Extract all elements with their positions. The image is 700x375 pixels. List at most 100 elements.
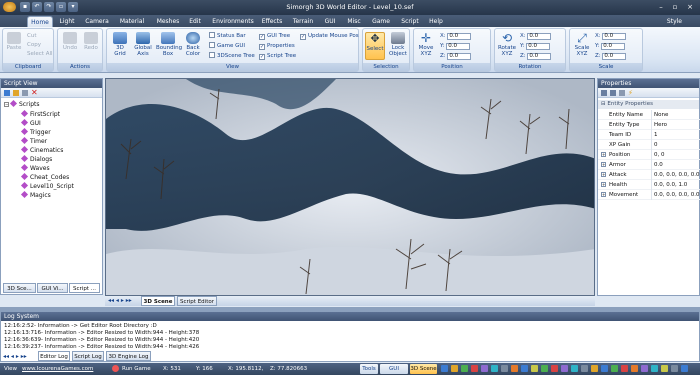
tab-editor-log[interactable]: Editor Log — [38, 351, 70, 361]
expand-icon[interactable]: + — [601, 172, 606, 177]
tab-nav-arrows-icon[interactable]: ◂◂ ◂ ▸ ▸▸ — [3, 352, 27, 361]
redo-button[interactable]: Redo — [82, 32, 100, 51]
new-script-icon[interactable] — [4, 90, 10, 96]
3d-grid-button[interactable]: 3D Grid — [110, 32, 130, 57]
toolbar-icon[interactable] — [511, 365, 518, 372]
3d-scene-button[interactable]: 3D Scene — [410, 364, 437, 374]
update-mouse-pos-check[interactable]: ✓ Update Mouse Pos — [300, 32, 359, 40]
tab-script-view[interactable]: Script ... — [69, 283, 100, 293]
toolbar-icon[interactable] — [531, 365, 538, 372]
property-row[interactable]: Entity Type Hero — [598, 120, 700, 130]
status-bar-check[interactable]: Status Bar — [209, 32, 246, 40]
tab-script-log[interactable]: Script Log — [72, 351, 104, 361]
gui-tree-check[interactable]: ✓ GUI Tree — [259, 32, 290, 40]
property-row[interactable]: Entity Name None — [598, 110, 700, 120]
toolbar-icon[interactable] — [681, 365, 688, 372]
tab-environments[interactable]: Environments — [212, 16, 254, 27]
back-color-button[interactable]: Back Color — [182, 32, 204, 57]
delete-icon[interactable]: ✕ — [31, 88, 38, 97]
toolbar-icon[interactable] — [661, 365, 668, 372]
tree-item-script[interactable]: Cinematics — [20, 145, 63, 155]
toolbar-icon[interactable] — [621, 365, 628, 372]
tab-gui-view[interactable]: GUI Vi... — [37, 283, 68, 293]
tab-game[interactable]: Game — [370, 16, 392, 27]
rotate-xyz-button[interactable]: ⟲ Rotate XYZ — [497, 32, 517, 57]
toolbar-icon[interactable] — [551, 365, 558, 372]
tab-3d-engine-log[interactable]: 3D Engine Log — [106, 351, 151, 361]
position-x-field[interactable]: X: 0.0 — [440, 32, 472, 40]
position-y-value[interactable]: 0.0 — [446, 43, 471, 50]
minimize-button[interactable]: – — [655, 2, 667, 12]
toolbar-icon[interactable] — [481, 365, 488, 372]
style-menu[interactable]: Style — [667, 16, 682, 27]
tab-camera[interactable]: Camera — [84, 16, 110, 27]
rotation-x-field[interactable]: X: 0.0 — [520, 32, 552, 40]
scale-x-field[interactable]: X: 0.0 — [595, 32, 627, 40]
tab-material[interactable]: Material — [117, 16, 147, 27]
toolbar-icon[interactable] — [651, 365, 658, 372]
expand-icon[interactable]: + — [601, 192, 606, 197]
property-value[interactable]: 0 — [651, 140, 700, 150]
rotation-x-value[interactable]: 0.0 — [527, 33, 552, 40]
property-value[interactable]: None — [651, 110, 700, 120]
tree-item-script[interactable]: FirstScript — [20, 109, 60, 119]
3dscene-tree-check[interactable]: 3DScene Tree — [209, 52, 255, 60]
tab-3d-scene[interactable]: 3D Scene — [141, 296, 175, 306]
close-button[interactable]: × — [684, 2, 696, 12]
property-row[interactable]: XP Gain 0 — [598, 140, 700, 150]
tab-light[interactable]: Light — [56, 16, 78, 27]
toolbar-icon[interactable] — [471, 365, 478, 372]
property-row[interactable]: + Position 0, 0 — [598, 150, 700, 160]
game-gui-check[interactable]: Game GUI — [209, 42, 245, 50]
lock-object-button[interactable]: Lock Object — [387, 32, 409, 57]
select-all-button[interactable]: Select All — [27, 50, 53, 58]
properties-check[interactable]: ✓ Properties — [259, 42, 295, 50]
alphabetical-icon[interactable] — [610, 90, 616, 96]
toolbar-icon[interactable] — [581, 365, 588, 372]
tools-button[interactable]: Tools — [360, 364, 378, 374]
tree-item-script[interactable]: Level10_Script — [20, 181, 74, 191]
collapse-icon[interactable]: − — [4, 102, 9, 107]
position-y-field[interactable]: Y: 0.0 — [440, 42, 471, 50]
tree-item-script[interactable]: GUI — [20, 118, 41, 128]
tab-nav-arrows-icon[interactable]: ◂◂ ◂ ▸ ▸▸ — [108, 297, 132, 305]
tree-item-script[interactable]: Timer — [20, 136, 47, 146]
maximize-button[interactable]: ▫ — [669, 2, 681, 12]
run-game-button[interactable]: Run Game — [122, 363, 151, 375]
scale-y-value[interactable]: 0.0 — [601, 43, 626, 50]
toolbar-icon[interactable] — [561, 365, 568, 372]
scale-y-field[interactable]: Y: 0.0 — [595, 42, 626, 50]
select-button[interactable]: ✥ Select — [365, 32, 385, 60]
property-row[interactable]: + Armor 0.0 — [598, 160, 700, 170]
tab-3d-scene-tree[interactable]: 3D Sce... — [3, 283, 36, 293]
toolbar-icon[interactable] — [611, 365, 618, 372]
tree-item-script[interactable]: Trigger — [20, 127, 51, 137]
entity-properties-section[interactable]: ⊟ Entity Properties — [598, 100, 699, 109]
events-icon[interactable]: ⚡ — [628, 89, 634, 97]
property-value[interactable]: 0.0, 0.0, 0.0, 0.0 — [651, 170, 700, 180]
toolbar-icon[interactable] — [591, 365, 598, 372]
categorized-icon[interactable] — [601, 90, 607, 96]
rotation-y-value[interactable]: 0.0 — [526, 43, 551, 50]
tree-item-script[interactable]: Magics — [20, 190, 51, 200]
undo-button[interactable]: Undo — [61, 32, 79, 51]
property-row[interactable]: + Attack 0.0, 0.0, 0.0, 0.0 — [598, 170, 700, 180]
tab-terrain[interactable]: Terrain — [290, 16, 316, 27]
tab-help[interactable]: Help — [427, 16, 445, 27]
rotation-z-value[interactable]: 0.0 — [527, 53, 552, 60]
tree-item-script[interactable]: Dialogs — [20, 154, 52, 164]
position-z-value[interactable]: 0.0 — [447, 53, 472, 60]
toolbar-icon[interactable] — [501, 365, 508, 372]
paste-button[interactable]: Paste — [5, 32, 23, 51]
property-value[interactable]: 0, 0 — [651, 150, 700, 160]
rotation-y-field[interactable]: Y: 0.0 — [520, 42, 551, 50]
toolbar-icon[interactable] — [671, 365, 678, 372]
tree-item-script[interactable]: Cheat_Codes — [20, 172, 69, 182]
toolbar-icon[interactable] — [461, 365, 468, 372]
property-row[interactable]: + Health 0.0, 0.0, 1.0 — [598, 180, 700, 190]
scale-x-value[interactable]: 0.0 — [602, 33, 627, 40]
property-value[interactable]: 0.0, 0.0, 0.0, 0.0 — [651, 190, 700, 200]
scale-xyz-button[interactable]: ⤢ Scale XYZ — [572, 32, 592, 57]
script-tree-check[interactable]: ✓ Script Tree — [259, 52, 296, 60]
property-row[interactable]: + Movement 0.0, 0.0, 0.0, 0.0 — [598, 190, 700, 200]
